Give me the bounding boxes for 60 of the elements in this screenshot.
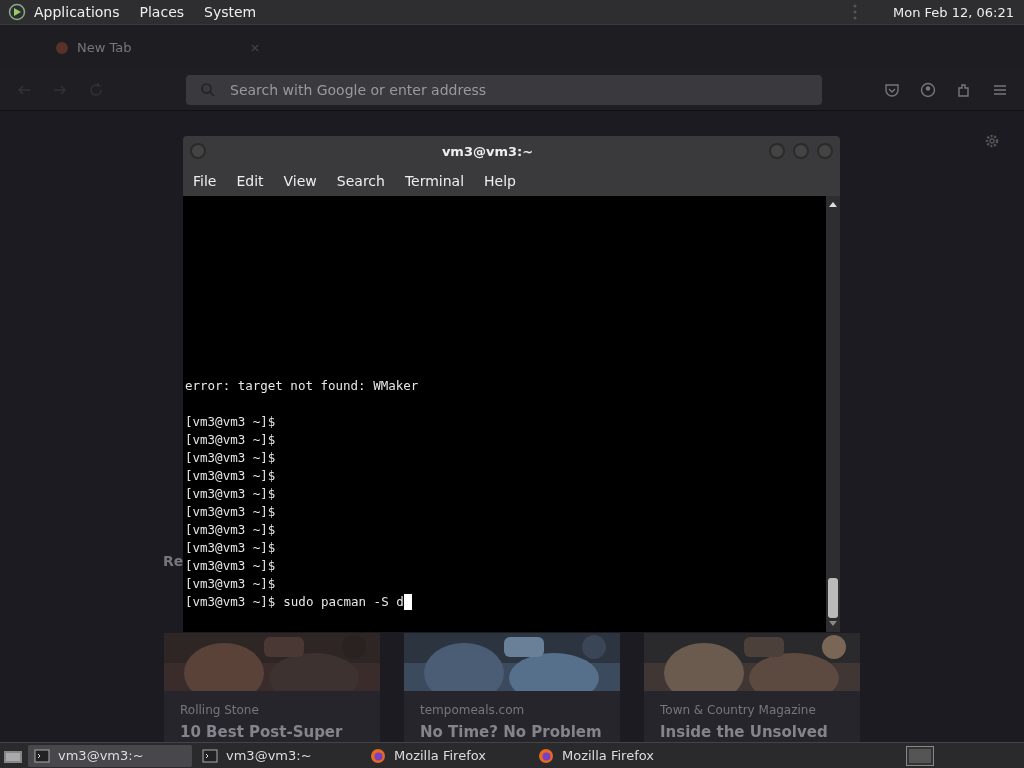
logo-icon[interactable]	[8, 3, 26, 21]
browser-tab[interactable]: New Tab	[45, 32, 270, 63]
card-source: Rolling Stone	[180, 703, 260, 717]
window-control-icon[interactable]	[816, 142, 834, 160]
taskbar-button[interactable]: vm3@vm3:~	[28, 744, 192, 767]
terminal-line: [vm3@vm3 ~]$	[185, 449, 277, 467]
terminal-line: [vm3@vm3 ~]$	[185, 539, 277, 557]
window-title: vm3@vm3:~	[440, 143, 535, 159]
story-card[interactable]: Town & Country Magazine Inside the Unsolved	[644, 633, 860, 742]
terminal-line: [vm3@vm3 ~]$	[185, 431, 277, 449]
scroll-down-icon[interactable]	[828, 620, 838, 628]
taskbar-button[interactable]: Mozilla Firefox	[364, 744, 528, 767]
menu-item[interactable]: Edit	[236, 173, 264, 189]
clock[interactable]: Mon Feb 12, 06:21	[893, 4, 1014, 20]
menu-item[interactable]: View	[283, 173, 317, 189]
text-cursor	[403, 594, 412, 610]
address-field[interactable]: Search with Google or enter address	[186, 75, 822, 105]
terminal-line: [vm3@vm3 ~]$	[185, 503, 277, 521]
panel-menu[interactable]: System	[204, 4, 257, 20]
terminal-line: [vm3@vm3 ~]$	[185, 575, 277, 593]
close-icon[interactable]	[250, 42, 260, 53]
window-control-icon[interactable]	[792, 142, 810, 160]
menu-icon[interactable]	[992, 82, 1008, 98]
terminal-line: [vm3@vm3 ~]$	[185, 557, 277, 575]
story-card[interactable]: Rolling Stone 10 Best Post-Super	[164, 633, 380, 742]
section-heading: Re	[163, 553, 184, 569]
card-source: Town & Country Magazine	[660, 703, 817, 717]
pocket-icon[interactable]	[884, 82, 900, 98]
card-title: 10 Best Post-Super	[180, 723, 344, 742]
card-source: tempomeals.com	[420, 703, 526, 717]
menu-item[interactable]: File	[193, 173, 217, 189]
search-icon	[200, 82, 216, 98]
terminal-icon	[202, 748, 218, 763]
scroll-up-icon[interactable]	[828, 200, 838, 208]
terminal-prompt: [vm3@vm3 ~]$	[185, 593, 276, 611]
window-control-icon[interactable]	[768, 142, 786, 160]
workspace-switcher[interactable]	[906, 745, 934, 766]
scrollbar[interactable]	[826, 196, 840, 632]
menu-item[interactable]: Help	[484, 173, 516, 189]
panel-menu[interactable]: Applications	[34, 4, 120, 20]
terminal-icon	[34, 748, 50, 763]
menu-item[interactable]: Terminal	[404, 173, 465, 189]
scrollbar-thumb[interactable]	[828, 578, 838, 618]
menu-item[interactable]: Search	[336, 173, 385, 189]
handle-icon	[853, 4, 858, 20]
terminal-command[interactable]: sudo pacman -S d	[283, 593, 404, 611]
panel-menu[interactable]: Places	[139, 4, 185, 20]
terminal-line: [vm3@vm3 ~]$	[185, 467, 277, 485]
account-icon[interactable]	[920, 82, 936, 98]
terminal-line: [vm3@vm3 ~]$	[185, 485, 277, 503]
terminal-line: [vm3@vm3 ~]$	[185, 413, 277, 431]
taskbar-button[interactable]: vm3@vm3:~	[196, 744, 360, 767]
card-title: No Time? No Problem	[420, 723, 603, 742]
card-title: Inside the Unsolved	[660, 723, 829, 742]
taskbar-button[interactable]: Mozilla Firefox	[532, 744, 696, 767]
window-menu-icon[interactable]	[189, 142, 207, 160]
settings-icon[interactable]	[984, 133, 1000, 149]
terminal-line: [vm3@vm3 ~]$	[185, 521, 277, 539]
story-card[interactable]: tempomeals.com No Time? No Problem	[404, 633, 620, 742]
terminal-line: error: target not found: WMaker	[185, 377, 420, 395]
